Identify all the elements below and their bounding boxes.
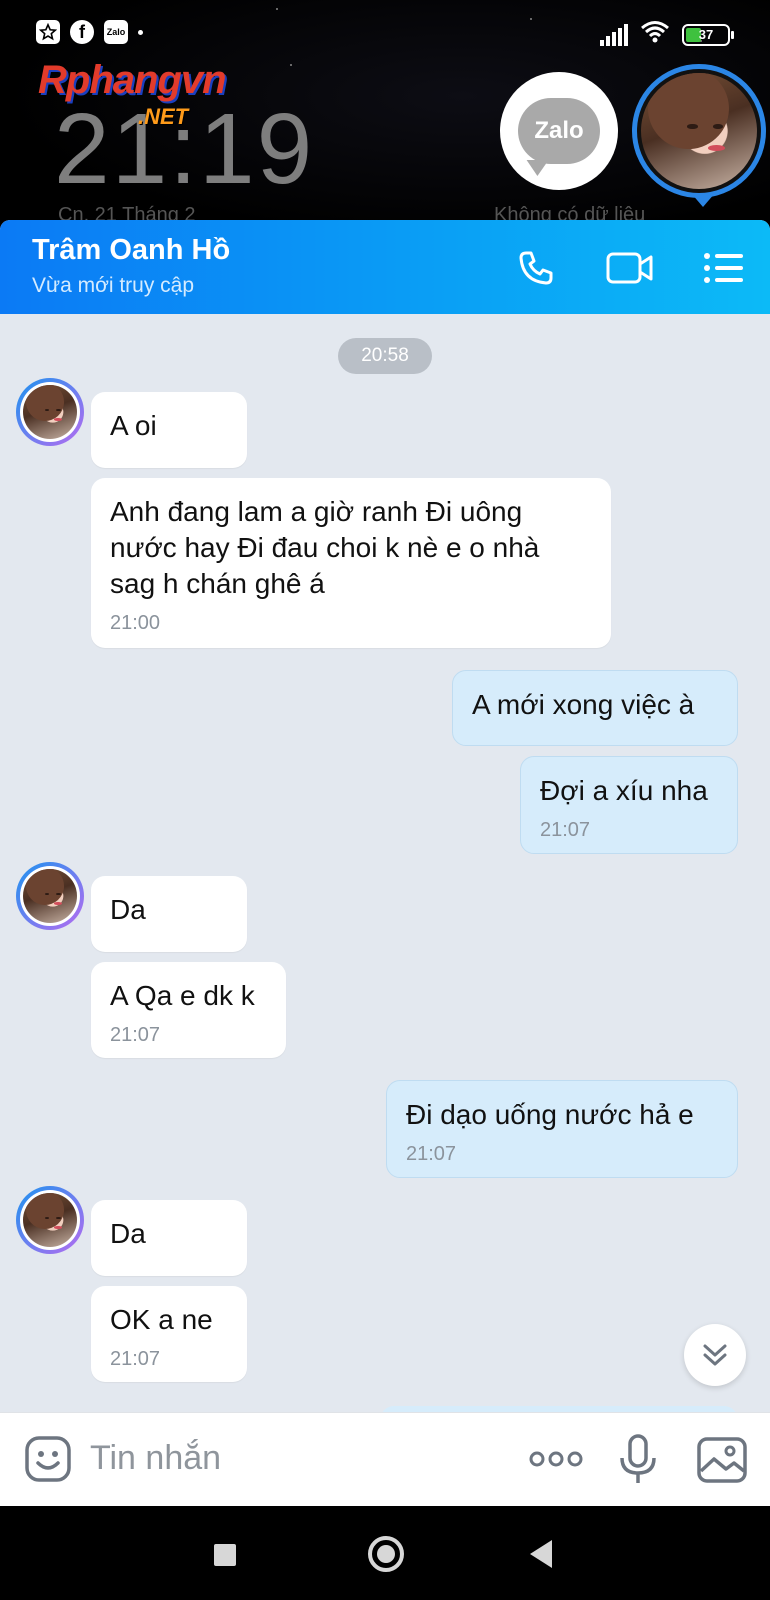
star-dot bbox=[276, 8, 278, 10]
chat-menu-button[interactable] bbox=[700, 244, 748, 292]
contact-avatar[interactable] bbox=[16, 378, 84, 446]
back-button[interactable] bbox=[530, 1540, 552, 1568]
phone-call-button[interactable] bbox=[512, 244, 560, 292]
message-outgoing[interactable]: A mới xong việc à bbox=[452, 670, 738, 746]
recents-button[interactable] bbox=[214, 1544, 236, 1566]
message-time: 21:07 bbox=[110, 1024, 161, 1046]
contact-avatar[interactable] bbox=[16, 862, 84, 930]
chat-header: Trâm Oanh Hồ Vừa mới truy cập bbox=[0, 220, 770, 314]
time-divider: 20:58 bbox=[338, 338, 432, 374]
message-text: Da bbox=[110, 1218, 146, 1249]
image-picker-button[interactable] bbox=[696, 1435, 748, 1485]
contact-status: Vừa mới truy cập bbox=[32, 274, 195, 297]
battery-level: 37 bbox=[698, 27, 714, 42]
home-button[interactable] bbox=[368, 1536, 404, 1572]
notification-dot bbox=[138, 29, 143, 35]
star-dot bbox=[290, 64, 292, 66]
phone-icon bbox=[519, 251, 553, 285]
contact-name[interactable]: Trâm Oanh Hồ bbox=[32, 234, 230, 267]
message-time: 21:07 bbox=[110, 1348, 161, 1370]
message-time: 21:07 bbox=[540, 819, 591, 841]
facebook-icon: f bbox=[70, 20, 94, 44]
chat-window: Trâm Oanh Hồ Vừa mới truy cập 20:58 A oi bbox=[0, 220, 770, 1506]
message-text: Da bbox=[110, 894, 146, 925]
scroll-to-bottom-button[interactable] bbox=[684, 1324, 746, 1386]
message-outgoing[interactable]: Đi dạo uống nước hả e 21:07 bbox=[386, 1080, 738, 1178]
wifi-icon bbox=[640, 20, 670, 49]
battery-icon: 37 bbox=[682, 23, 734, 46]
message-input[interactable]: Tin nhắn bbox=[90, 1439, 221, 1478]
emoji-button[interactable] bbox=[24, 1435, 72, 1483]
star-dot bbox=[530, 18, 532, 20]
message-incoming[interactable]: Da bbox=[91, 1200, 247, 1276]
message-outgoing[interactable]: Đợi a xíu nha 21:07 bbox=[520, 756, 738, 854]
message-text: Đi dạo uống nước hả e bbox=[406, 1099, 694, 1130]
status-bar-right: 37 bbox=[600, 20, 734, 49]
voice-record-button[interactable] bbox=[616, 1433, 660, 1487]
message-incoming[interactable]: Da bbox=[91, 876, 247, 952]
star-app-icon bbox=[36, 20, 60, 44]
message-incoming[interactable]: A oi bbox=[91, 392, 247, 468]
message-text: Anh đang lam a giờ ranh Đi uông nước hay… bbox=[110, 496, 540, 599]
zalo-status-icon: Zalo bbox=[104, 20, 128, 44]
message-text: OK a ne bbox=[110, 1304, 213, 1335]
menu-list-icon bbox=[704, 253, 743, 283]
message-time: 21:00 bbox=[110, 612, 161, 634]
sticker-emoji-icon bbox=[25, 1436, 71, 1482]
message-time: 21:07 bbox=[406, 1143, 457, 1165]
chevron-double-down-icon bbox=[703, 1344, 727, 1366]
video-call-icon bbox=[606, 252, 653, 284]
message-text: A oi bbox=[110, 410, 157, 441]
microphone-icon bbox=[620, 1434, 656, 1483]
more-options-button[interactable] bbox=[528, 1439, 584, 1479]
contact-avatar[interactable] bbox=[16, 1186, 84, 1254]
avatar bbox=[641, 73, 757, 189]
message-incoming[interactable]: OK a ne 21:07 bbox=[91, 1286, 247, 1382]
message-text: Đợi a xíu nha bbox=[540, 775, 708, 806]
message-incoming[interactable]: A Qa e dk k 21:07 bbox=[91, 962, 286, 1058]
message-text: A Qa e dk k bbox=[110, 980, 255, 1011]
zalo-chat-head[interactable]: Zalo bbox=[500, 72, 618, 190]
zalo-logo-icon: Zalo bbox=[518, 98, 600, 164]
video-call-button[interactable] bbox=[604, 244, 656, 292]
watermark-suffix: .NET bbox=[138, 104, 189, 129]
status-bar-left: f Zalo bbox=[36, 20, 143, 44]
more-dots-icon bbox=[529, 1451, 583, 1467]
message-text: A mới xong việc à bbox=[472, 689, 695, 720]
signal-icon bbox=[600, 23, 628, 46]
image-gallery-icon bbox=[697, 1437, 747, 1483]
contact-chat-head[interactable] bbox=[632, 64, 766, 207]
message-composer: Tin nhắn bbox=[0, 1412, 770, 1506]
message-incoming[interactable]: Anh đang lam a giờ ranh Đi uông nước hay… bbox=[91, 478, 611, 648]
system-nav-bar bbox=[0, 1506, 770, 1600]
